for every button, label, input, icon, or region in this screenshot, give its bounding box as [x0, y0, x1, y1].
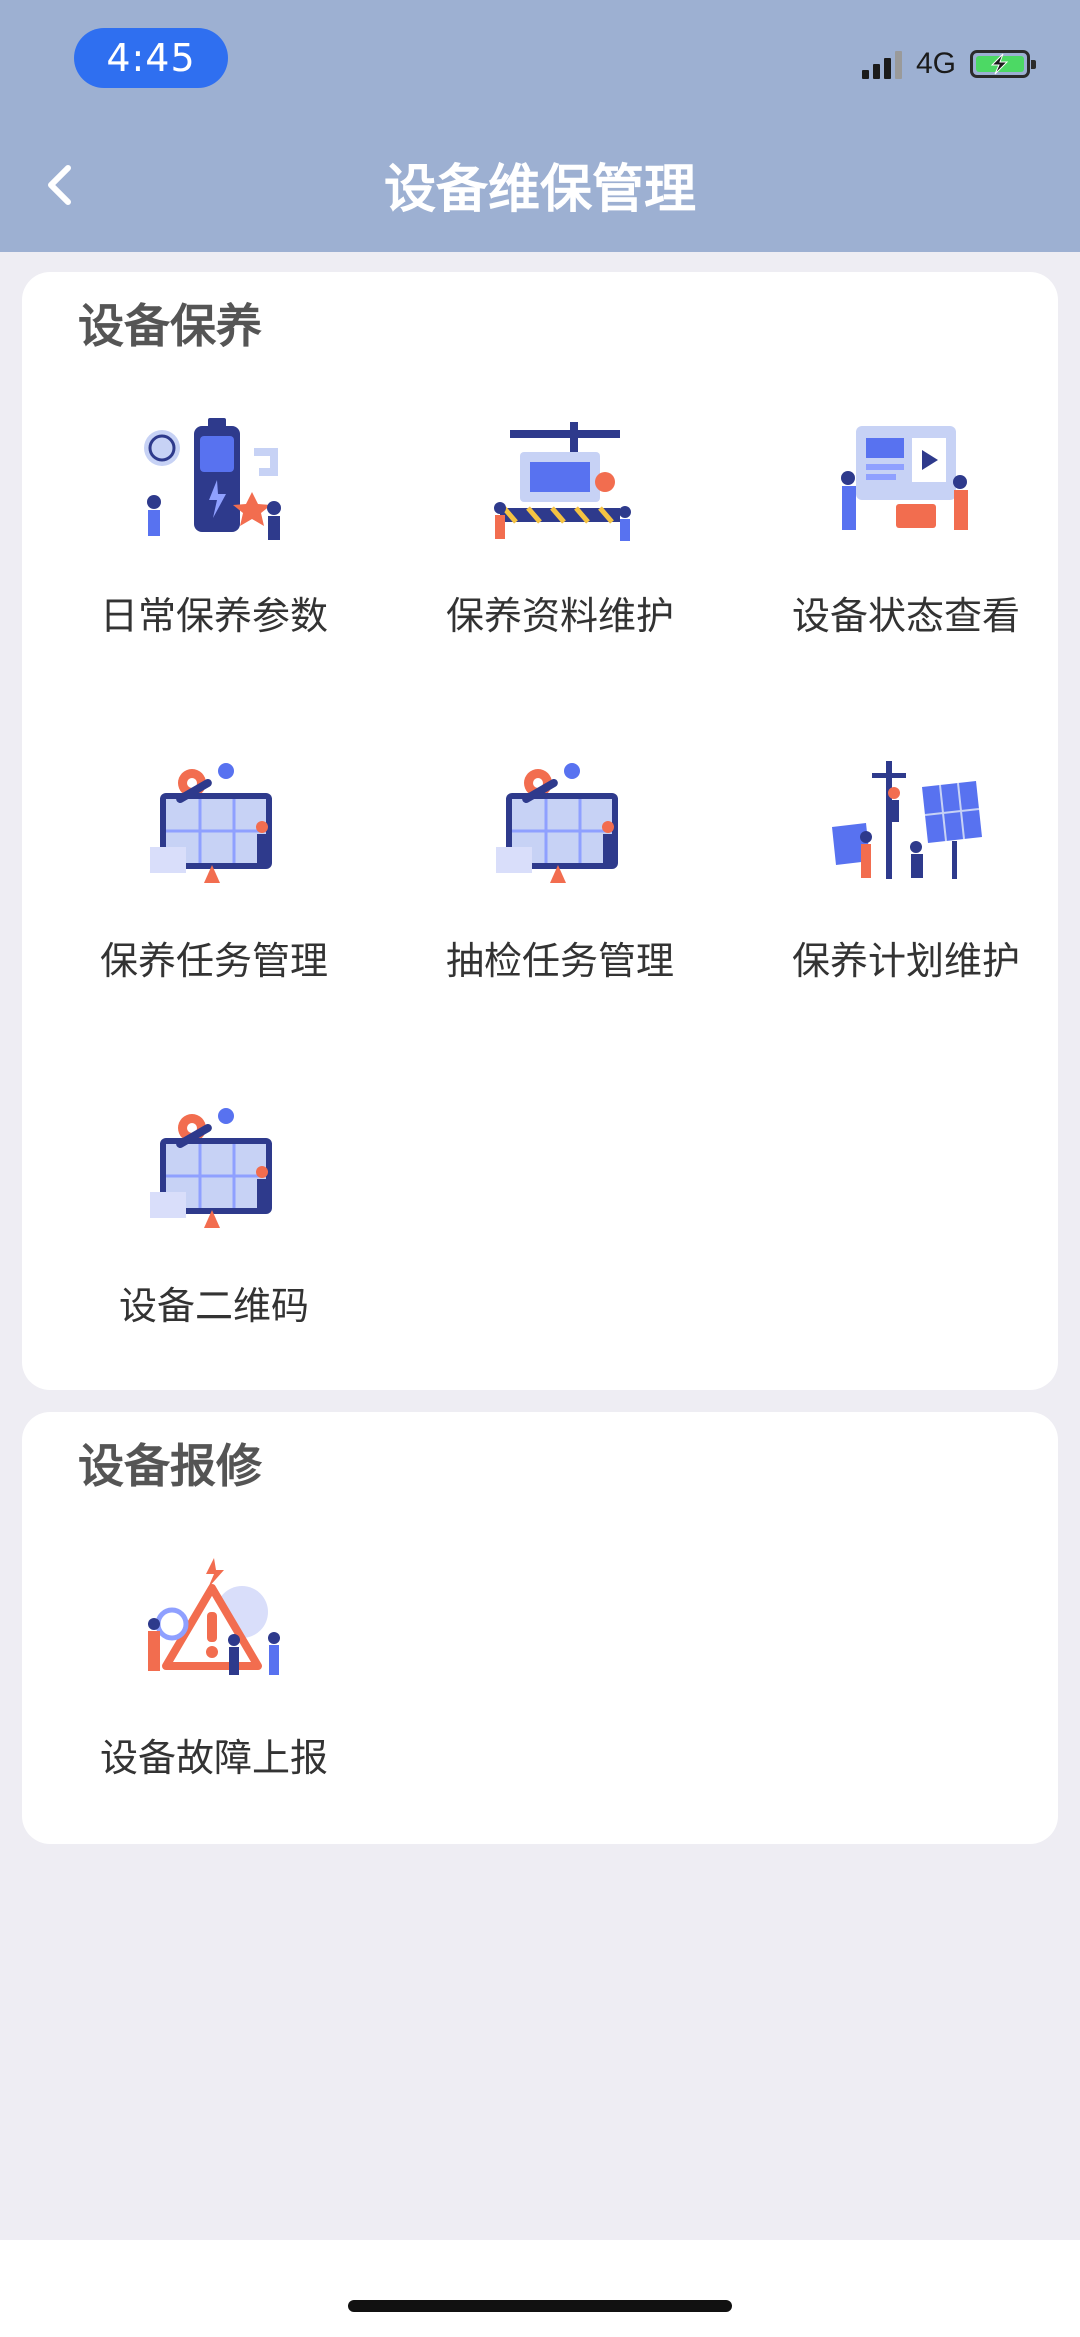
section-title: 设备保养 — [78, 299, 262, 353]
tile-daily-maintenance-params[interactable]: 日常保养参数 — [42, 412, 386, 672]
tile-label: 日常保养参数 — [99, 594, 328, 638]
tile-maintenance-tasks[interactable]: 保养任务管理 — [42, 757, 386, 1017]
home-bar — [0, 2240, 1080, 2337]
tile-label: 设备故障上报 — [99, 1736, 328, 1780]
construction-crane-illustration — [494, 422, 631, 541]
tile-label: 保养资料维护 — [445, 594, 674, 638]
repair-section: 设备报修 设备故障上报 — [22, 1412, 1058, 1844]
app-header: 4:45 4G 设备维保管理 — [0, 0, 1080, 252]
tile-label: 保养计划维护 — [791, 939, 1020, 983]
solar-panel-illustration — [832, 761, 982, 879]
tile-equipment-status[interactable]: 设备状态查看 — [734, 412, 1078, 672]
gear-wrench-monitor-illustration — [150, 763, 272, 883]
tile-label: 设备二维码 — [118, 1284, 309, 1328]
warning-alert-illustration — [148, 1558, 280, 1675]
tile-label: 抽检任务管理 — [445, 939, 674, 983]
maintenance-section: 设备保养 日常保养参数 保养资料维护 设备状态查看 保养任务管理 抽检任务管理 … — [22, 272, 1058, 1390]
tile-label: 保养任务管理 — [99, 939, 328, 983]
network-type: 4G — [915, 47, 956, 80]
tile-label: 设备状态查看 — [791, 594, 1020, 638]
tile-maintenance-data[interactable]: 保养资料维护 — [388, 412, 732, 672]
section-title: 设备报修 — [78, 1439, 262, 1493]
tile-maintenance-plan[interactable]: 保养计划维护 — [734, 757, 1078, 1017]
gear-wrench-monitor-illustration — [496, 763, 618, 883]
tile-spot-check-tasks[interactable]: 抽检任务管理 — [388, 757, 732, 1017]
status-board-illustration — [841, 426, 968, 530]
status-time: 4:45 — [74, 28, 228, 88]
status-indicators: 4G — [861, 44, 1036, 84]
tile-equipment-qrcode[interactable]: 设备二维码 — [42, 1102, 386, 1362]
battery-maintenance-illustration — [144, 418, 281, 540]
home-indicator[interactable] — [348, 2300, 732, 2312]
battery-charging-icon — [970, 50, 1036, 78]
page-title: 设备维保管理 — [383, 160, 696, 220]
tile-fault-report[interactable]: 设备故障上报 — [42, 1554, 386, 1814]
gear-wrench-monitor-illustration — [150, 1108, 272, 1228]
signal-icon — [861, 49, 902, 79]
